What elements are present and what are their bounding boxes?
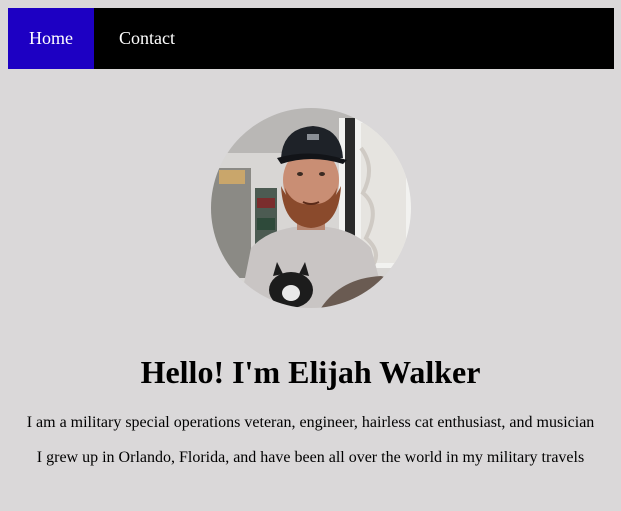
profile-photo (211, 108, 411, 308)
intro-line-1: I am a military special operations veter… (26, 414, 595, 431)
page-heading: Hello! I'm Elijah Walker (140, 354, 481, 390)
intro-line-2: I grew up in Orlando, Florida, and have … (36, 449, 585, 466)
top-navbar: Home Contact (8, 8, 614, 69)
nav-contact-link[interactable]: Contact (94, 8, 195, 69)
nav-home-link[interactable]: Home (8, 8, 94, 69)
